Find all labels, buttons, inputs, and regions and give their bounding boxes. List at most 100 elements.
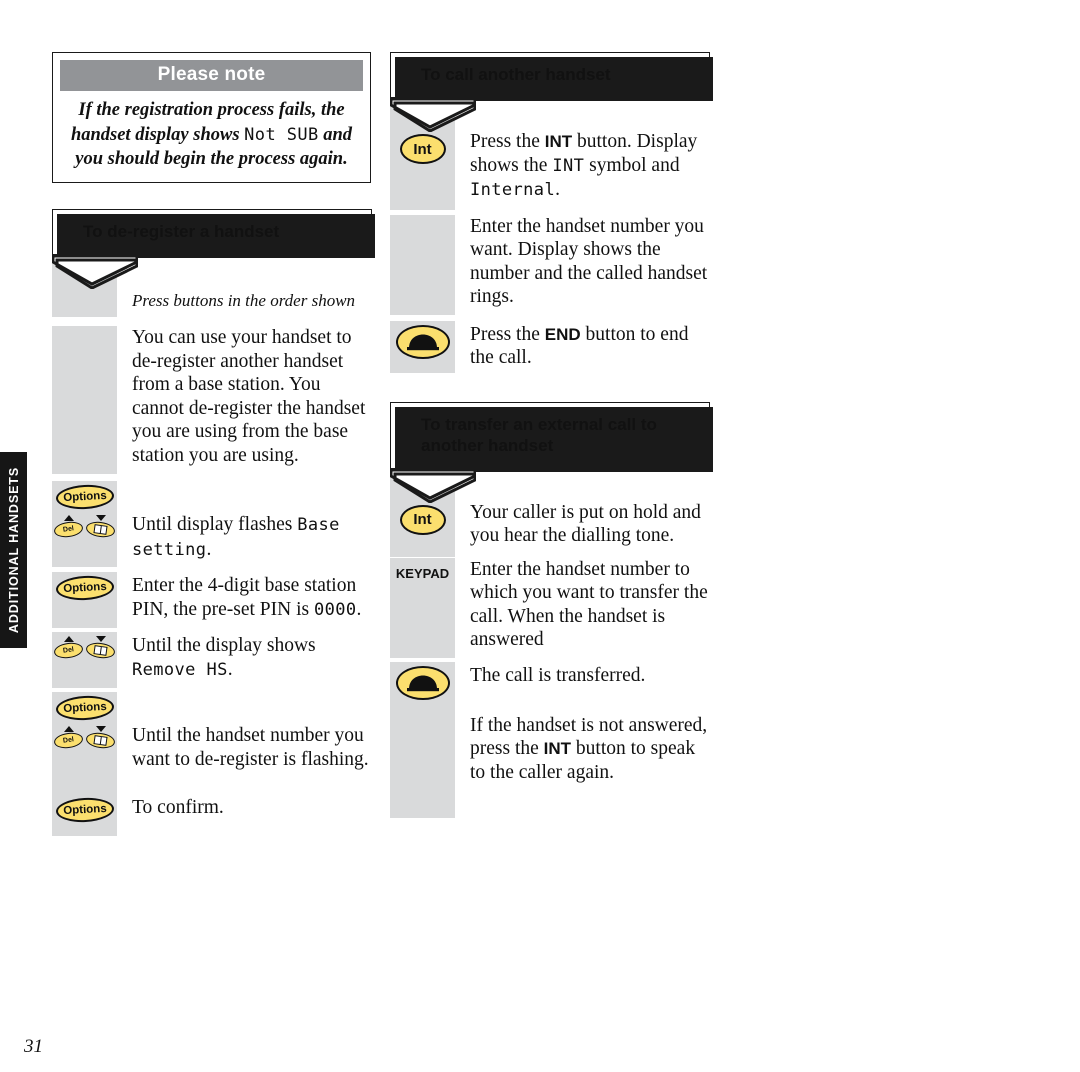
lcd-int-symbol: INT xyxy=(552,155,585,176)
options-key-icon[interactable]: Options xyxy=(54,574,115,602)
up-down-key-pair-icon[interactable]: Del xyxy=(53,726,116,750)
left-column: Please note If the registration process … xyxy=(52,52,375,836)
options-key-icon[interactable]: Options xyxy=(54,483,115,511)
table-row: KEYPAD Enter the handset number to which… xyxy=(390,557,710,662)
table-row: Del Until the handset number you want to… xyxy=(52,722,372,794)
step-icon-slot-empty xyxy=(390,214,455,315)
phonebook-key-wrap[interactable] xyxy=(85,636,116,660)
callout-transfer-heading-line1: To transfer an external call to xyxy=(421,414,657,434)
step-icon-updown-2[interactable]: Del xyxy=(52,632,117,688)
lcd-pin-0000: 0000 xyxy=(313,599,357,620)
step-text-remove-hs: Until the display shows Remove HS. xyxy=(117,632,372,692)
phonebook-key-wrap[interactable] xyxy=(85,515,116,539)
table-row: Int Your caller is put on hold and you h… xyxy=(390,500,710,558)
book-icon xyxy=(93,645,108,656)
please-note-title: Please note xyxy=(60,60,363,91)
step-description-text: You can use your handset to de-register … xyxy=(132,327,366,466)
callout-de-register: To de-register a handset xyxy=(52,208,375,289)
step-text-p1: Press the xyxy=(470,131,545,152)
lcd-remove-hs: Remove HS xyxy=(132,659,228,680)
callout-transfer-call: To transfer an external call to another h… xyxy=(390,401,713,503)
step-text-enter-transfer-number: Enter the handset number to which you wa… xyxy=(470,558,708,651)
step-icon-keypad[interactable]: KEYPAD xyxy=(390,557,455,658)
kbd-end: END xyxy=(544,324,581,344)
please-note-body: If the registration process fails, the h… xyxy=(60,91,363,172)
step-icon-options-4[interactable]: Options xyxy=(52,794,117,836)
step-icon-updown-3[interactable]: Del xyxy=(52,722,117,794)
step-icon-int-1[interactable]: Int xyxy=(390,130,455,210)
transfer-call-steps: Int Your caller is put on hold and you h… xyxy=(390,468,710,818)
table-row: Options Enter the 4-digit base station P… xyxy=(52,572,372,632)
table-row: The call is transferred. xyxy=(390,661,710,714)
del-key-wrap[interactable]: Del xyxy=(53,636,84,660)
arrow-down-icon xyxy=(95,636,106,642)
options-key-icon[interactable]: Options xyxy=(54,796,115,824)
step-icon-slot-empty xyxy=(390,713,455,818)
up-down-key-pair-icon[interactable]: Del xyxy=(53,636,116,660)
handset-cradle-icon xyxy=(406,334,439,350)
table-row: If the handset is not answered, press th… xyxy=(390,713,710,818)
end-key-icon[interactable] xyxy=(395,665,450,700)
arrow-down-icon xyxy=(95,515,106,521)
options-key-icon[interactable]: Options xyxy=(54,694,115,722)
lcd-not-sub: Not SUB xyxy=(244,124,319,145)
step-icon-end-2[interactable] xyxy=(390,661,455,714)
del-key-icon[interactable]: Del xyxy=(53,520,84,539)
table-row: Del Until display flashes Base setting. xyxy=(52,511,372,572)
right-column: To call another handset Int Press the IN… xyxy=(390,52,713,818)
step-text-p1: Press the xyxy=(470,323,545,345)
table-row: Options xyxy=(52,692,372,722)
step-text-enter-number: Enter the handset number you want. Displ… xyxy=(470,215,708,308)
please-note-panel: Please note If the registration process … xyxy=(52,52,371,183)
end-key-icon[interactable] xyxy=(395,324,450,359)
del-key-icon[interactable]: Del xyxy=(53,641,84,660)
table-row: Press the END button to end the call. xyxy=(390,320,710,380)
table-row: Del Until the display shows Remove HS. xyxy=(52,632,372,692)
table-row: Enter the handset number you want. Displ… xyxy=(390,214,710,321)
step-icon-updown-1[interactable]: Del xyxy=(52,511,117,567)
step-text-confirm: To confirm. xyxy=(132,797,224,818)
book-icon xyxy=(93,735,108,746)
callout-transfer-heading-line2: another handset xyxy=(421,435,554,455)
step-icon-int-2[interactable]: Int xyxy=(390,500,455,557)
step-intro-icon-slot xyxy=(52,288,117,317)
table-row: Options To confirm. xyxy=(52,794,372,836)
int-key-icon[interactable]: Int xyxy=(399,134,446,164)
step-text-suffix: . xyxy=(356,598,362,620)
callout-call-handset: To call another handset xyxy=(390,52,713,132)
page-number: 31 xyxy=(24,1036,43,1057)
step-row-description: You can use your handset to de-register … xyxy=(52,326,372,481)
step-text-not-answered: If the handset is not answered, press th… xyxy=(455,714,710,795)
step-intro-text: Press buttons in the order shown xyxy=(132,290,356,310)
phonebook-key-icon[interactable] xyxy=(85,520,116,539)
table-row: Int Press the INT button. Display shows … xyxy=(390,130,710,215)
arrow-up-icon xyxy=(63,636,74,642)
callout-tail-icon xyxy=(390,468,476,503)
callout-de-register-heading: To de-register a handset xyxy=(52,208,375,258)
callout-tail-icon xyxy=(52,254,138,289)
lcd-internal: Internal xyxy=(470,180,556,200)
del-key-wrap[interactable]: Del xyxy=(53,726,84,750)
del-key-icon[interactable]: Del xyxy=(53,731,84,750)
step-text-prefix: Until display flashes xyxy=(132,514,298,535)
step-icon-options-3[interactable]: Options xyxy=(52,692,117,722)
phonebook-key-wrap[interactable] xyxy=(85,726,116,750)
callout-call-heading: To call another handset xyxy=(390,52,713,101)
step-text-flashing: Until the handset number you want to de-… xyxy=(132,725,369,770)
step-icon-options-2[interactable]: Options xyxy=(52,572,117,628)
step-text-suffix: . xyxy=(206,538,212,560)
section-tab-label: ADDITIONAL HANDSETS xyxy=(6,466,21,634)
de-register-steps: Press buttons in the order shown You can… xyxy=(52,254,372,836)
int-key-icon[interactable]: Int xyxy=(399,504,446,535)
step-icon-options-1[interactable]: Options xyxy=(52,481,117,511)
step-intro-row: Press buttons in the order shown xyxy=(52,288,372,327)
step-icon-end-1[interactable] xyxy=(390,320,455,373)
arrow-up-icon xyxy=(63,726,74,732)
phonebook-key-icon[interactable] xyxy=(85,731,116,750)
keypad-label-icon[interactable]: KEYPAD xyxy=(396,562,449,581)
step-text-press-int: Press the INT button. Display shows the … xyxy=(455,130,710,215)
phonebook-key-icon[interactable] xyxy=(85,641,116,660)
step-text-base-setting: Until display flashes Base setting. xyxy=(117,511,372,572)
up-down-key-pair-icon[interactable]: Del xyxy=(53,515,116,539)
del-key-wrap[interactable]: Del xyxy=(53,515,84,539)
